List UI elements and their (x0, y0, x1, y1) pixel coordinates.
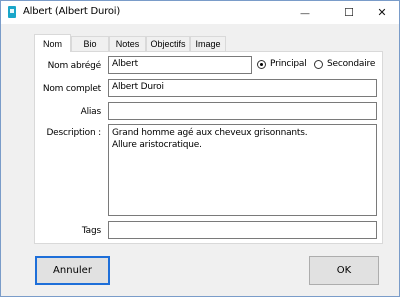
full-name-input[interactable]: Albert Duroi (108, 79, 377, 97)
tab-notes[interactable]: Notes (109, 36, 146, 51)
radio-unselected-icon (314, 59, 323, 69)
tab-label: Nom (42, 38, 62, 49)
cancel-button[interactable]: Annuler (35, 256, 110, 285)
description-line: Grand homme agé aux cheveux grisonnants. (112, 128, 308, 138)
maximize-button[interactable]: ☐ (332, 1, 366, 24)
tags-input[interactable] (108, 221, 377, 239)
tab-label: Image (195, 39, 221, 49)
role-secondaire-radio[interactable]: Secondaire (314, 59, 375, 69)
description-textarea[interactable]: Grand homme agé aux cheveux grisonnants.… (108, 124, 377, 216)
alias-input[interactable] (108, 102, 377, 120)
maximize-icon: ☐ (344, 7, 354, 19)
radio-label: Secondaire (327, 59, 376, 69)
full-name-label: Nom complet (42, 84, 101, 94)
ok-button[interactable]: OK (309, 256, 379, 285)
description-label: Description : (46, 128, 101, 138)
window-title: Albert (Albert Duroi) (23, 6, 121, 17)
radio-selected-icon (257, 59, 266, 69)
minimize-button[interactable]: — (288, 1, 322, 24)
close-button[interactable]: ✕ (365, 1, 399, 24)
title-bar[interactable]: Albert (Albert Duroi) — ☐ ✕ (1, 1, 399, 24)
dialog-client-area: Nom Bio Notes Objectifs Image Nom abrégé… (1, 24, 399, 296)
tab-image[interactable]: Image (190, 36, 226, 51)
tab-label: Notes (115, 39, 140, 49)
minimize-icon: — (300, 7, 310, 18)
short-name-label: Nom abrégé (47, 61, 102, 71)
tab-nom[interactable]: Nom (34, 34, 71, 52)
tab-bio[interactable]: Bio (71, 36, 109, 51)
short-name-input[interactable]: Albert (108, 56, 252, 74)
app-icon (8, 6, 16, 18)
close-icon: ✕ (377, 7, 387, 19)
radio-label: Principal (270, 59, 307, 69)
alias-label: Alias (80, 107, 102, 117)
tags-label: Tags (81, 226, 101, 236)
tab-objectifs[interactable]: Objectifs (146, 36, 190, 51)
tab-label: Objectifs (150, 39, 186, 49)
dialog-window: Albert (Albert Duroi) — ☐ ✕ Nom Bio Note… (0, 0, 400, 297)
role-principal-radio[interactable]: Principal (257, 59, 307, 69)
tab-label: Bio (83, 39, 97, 49)
description-line: Allure aristocratique. (112, 140, 202, 150)
